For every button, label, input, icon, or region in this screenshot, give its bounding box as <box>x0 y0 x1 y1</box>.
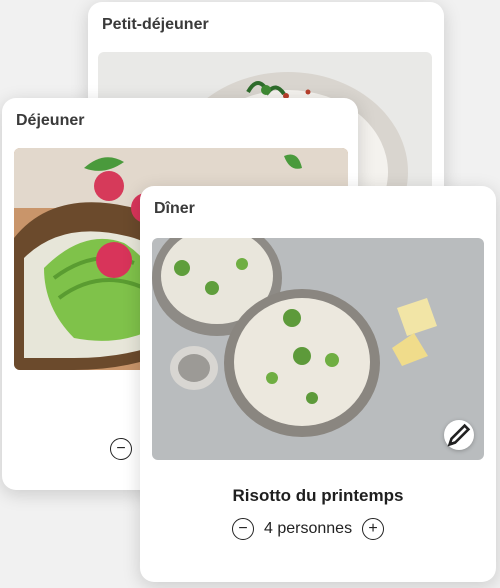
dinner-photo <box>152 238 484 460</box>
recipe-name: Risotto du printemps <box>232 486 404 505</box>
edit-button[interactable] <box>444 420 474 450</box>
servings-count: 4 personnes <box>264 520 353 537</box>
minus-circle-icon[interactable]: − <box>110 438 132 460</box>
card-title: Déjeuner <box>16 112 85 129</box>
card-title: Dîner <box>154 200 195 217</box>
servings-stepper: − <box>110 438 132 460</box>
servings-stepper: − 4 personnes + <box>232 518 385 540</box>
pencil-icon <box>447 423 471 447</box>
meal-card-dinner[interactable]: Dîner Risotto du printemps − 4 personnes… <box>140 186 496 582</box>
plus-circle-icon[interactable]: + <box>362 518 385 540</box>
card-title: Petit-déjeuner <box>102 16 209 33</box>
minus-circle-icon[interactable]: − <box>232 518 254 540</box>
